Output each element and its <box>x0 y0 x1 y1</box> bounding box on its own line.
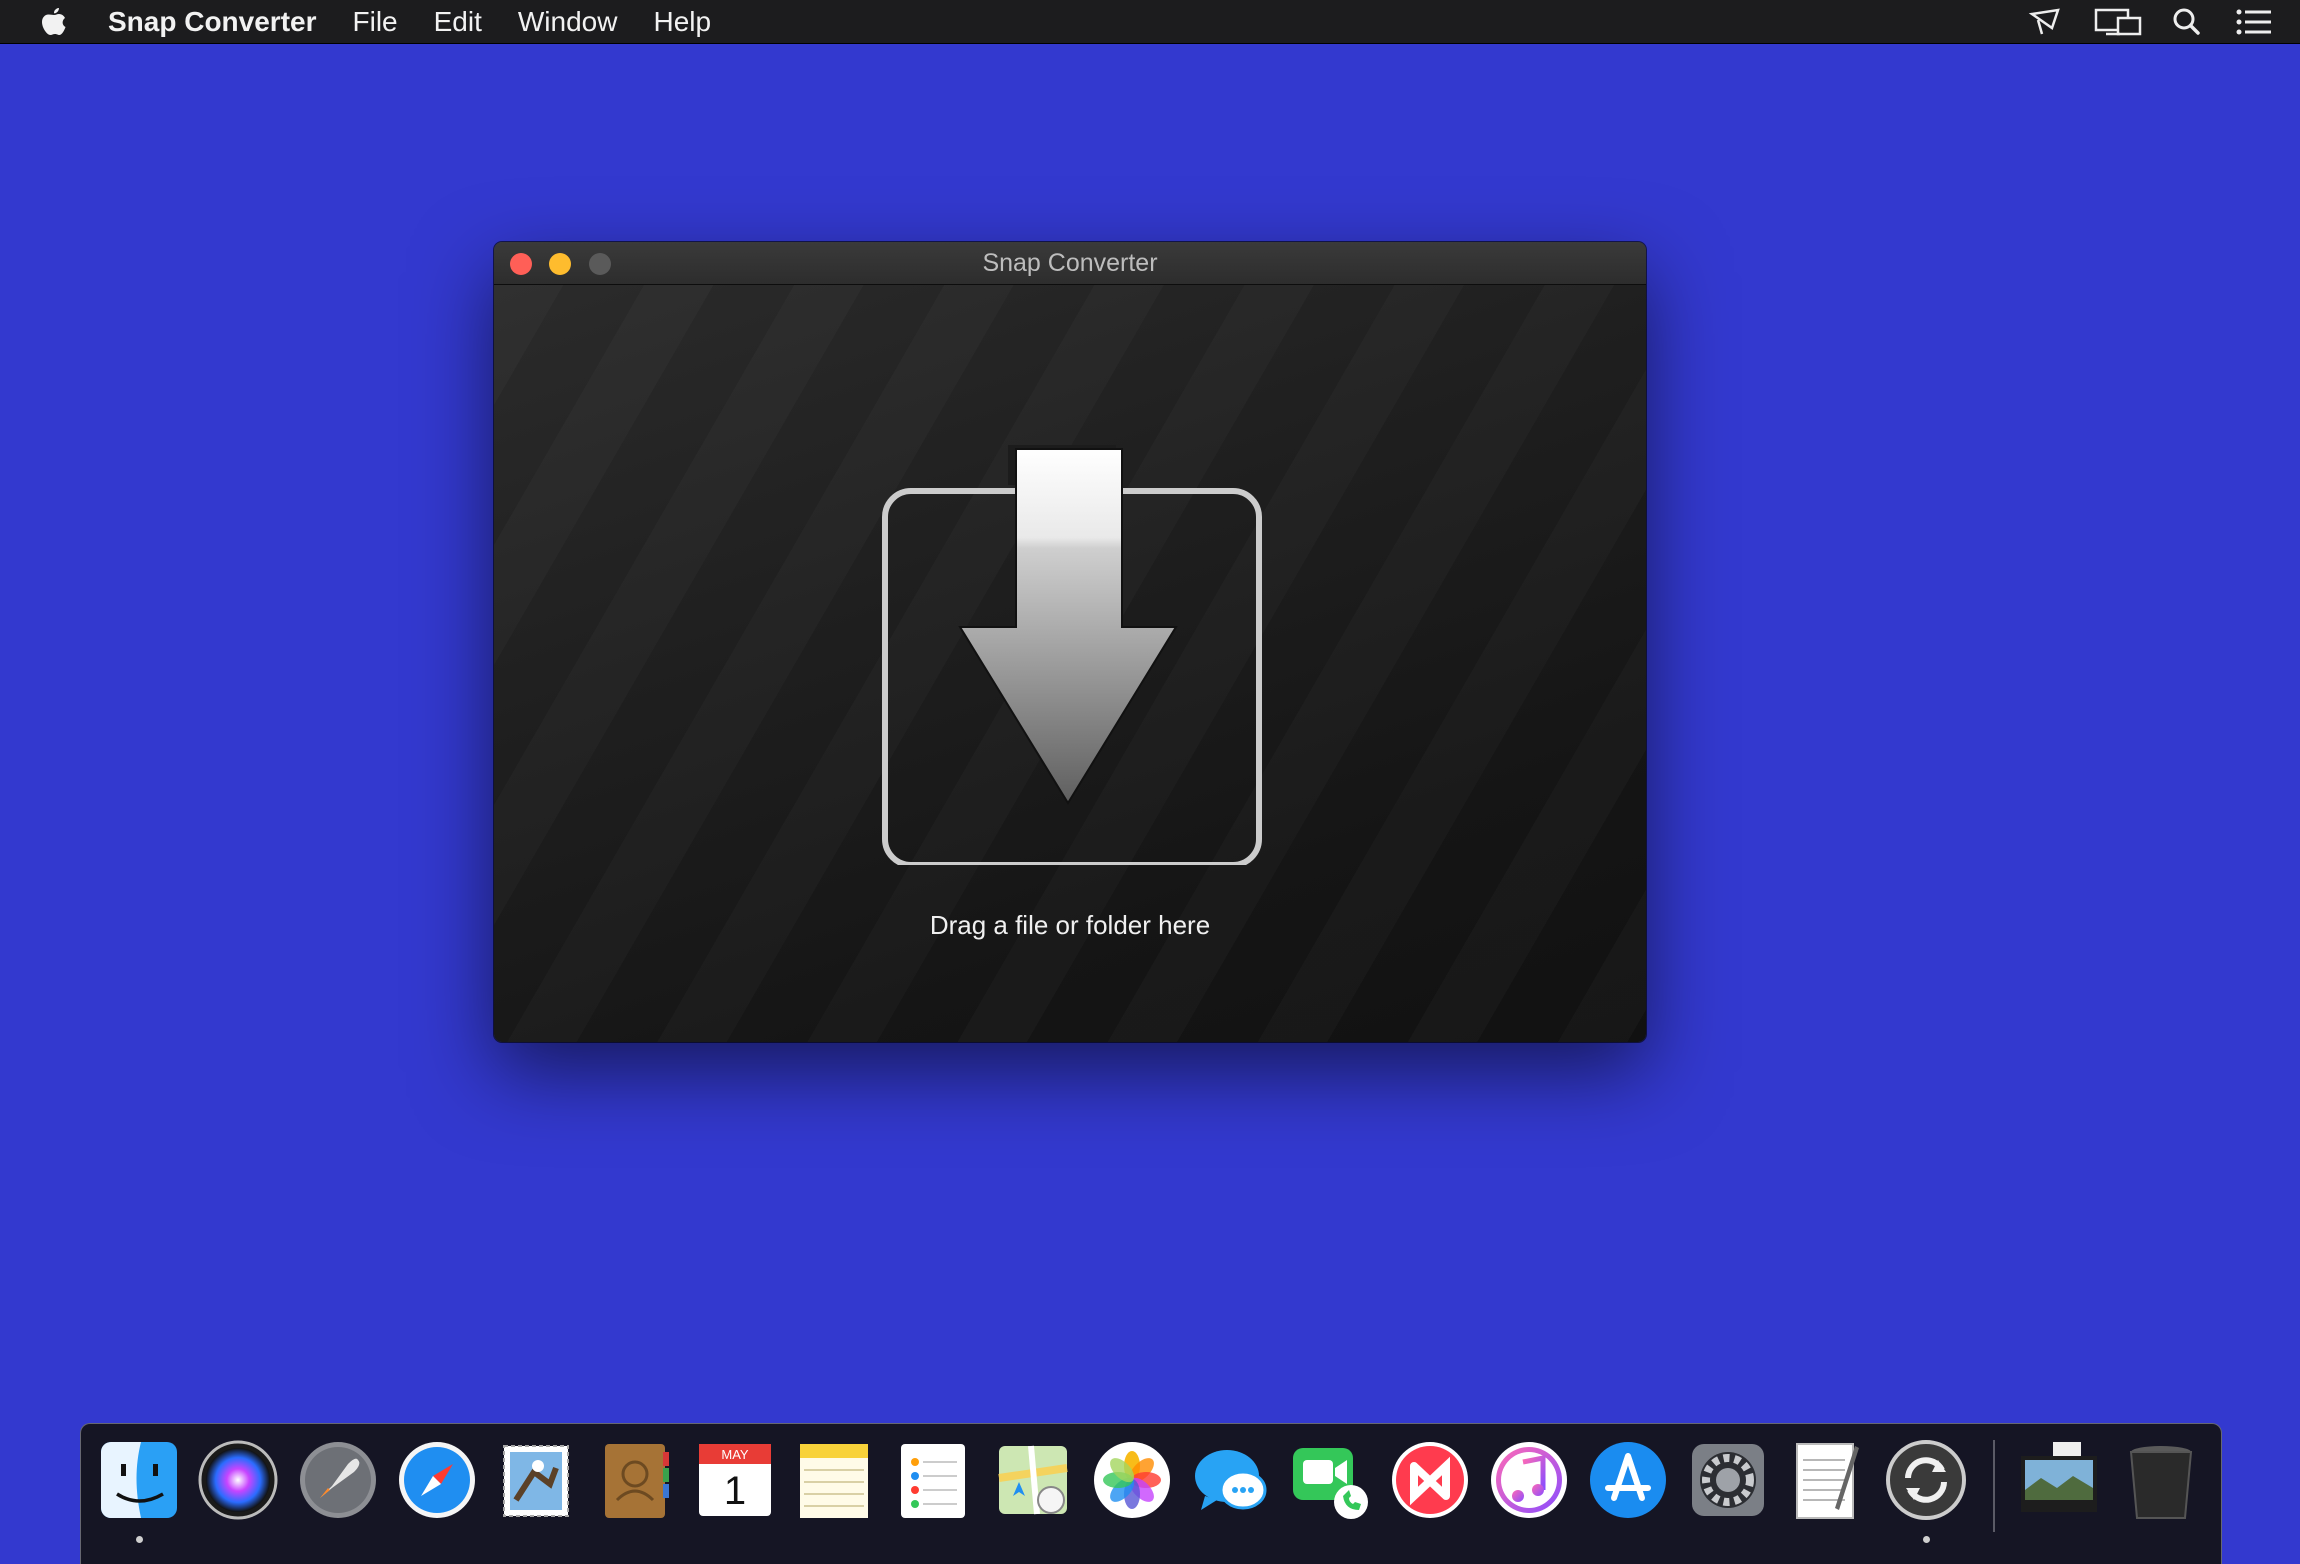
news-icon <box>1391 1442 1468 1518</box>
system-preferences-icon <box>1691 1444 1764 1516</box>
safari-icon <box>398 1442 475 1518</box>
dock-separator <box>1993 1440 1995 1532</box>
dock-maps[interactable] <box>991 1438 1075 1522</box>
menu-file[interactable]: File <box>353 6 398 38</box>
facetime-icon <box>1292 1448 1368 1519</box>
menu-window[interactable]: Window <box>518 6 618 38</box>
siri-icon <box>198 1440 278 1520</box>
finder-icon <box>101 1442 177 1518</box>
dock-itunes[interactable] <box>1487 1438 1571 1522</box>
dock-facetime[interactable] <box>1289 1438 1373 1522</box>
notes-icon <box>800 1444 869 1518</box>
launchpad-icon <box>299 1442 376 1518</box>
calendar-month: MAY <box>721 1447 749 1462</box>
reminders-icon <box>901 1444 966 1518</box>
apple-logo-icon[interactable] <box>40 6 68 38</box>
trash-icon <box>2129 1446 2193 1519</box>
dock-photos[interactable] <box>1090 1438 1174 1522</box>
contacts-icon <box>605 1444 670 1518</box>
running-indicator <box>1923 1536 1931 1543</box>
itunes-icon <box>1491 1442 1568 1518</box>
running-indicator <box>136 1536 143 1543</box>
download-arrow-into-tray-icon <box>882 445 1262 868</box>
mail-icon <box>503 1445 570 1517</box>
textedit-icon <box>1796 1443 1860 1519</box>
dock-contacts[interactable] <box>593 1438 677 1522</box>
file-drop-zone[interactable] <box>880 445 1280 868</box>
maps-icon <box>998 1445 1068 1515</box>
dock-reminders[interactable] <box>891 1438 975 1522</box>
dock-textedit[interactable] <box>1785 1438 1869 1522</box>
window-content: Drag a file or folder here <box>494 285 1646 1042</box>
menu-bar-status-area <box>2028 0 2300 44</box>
dock-launchpad[interactable] <box>296 1438 380 1522</box>
dock-trash[interactable] <box>2119 1438 2203 1522</box>
dock-finder[interactable] <box>97 1438 181 1543</box>
calendar-icon: MAY 1 <box>698 1444 771 1516</box>
display-icon[interactable] <box>2094 6 2142 38</box>
airplay-mirroring-icon[interactable] <box>2028 6 2068 38</box>
spotlight-search-icon[interactable] <box>2168 6 2208 38</box>
photos-icon <box>1093 1442 1170 1518</box>
dock-snap-converter[interactable] <box>1884 1438 1968 1543</box>
snap-converter-icon <box>1886 1440 1967 1520</box>
dock-siri[interactable] <box>196 1438 280 1522</box>
dock-app-store[interactable] <box>1586 1438 1670 1522</box>
dock-mail[interactable] <box>494 1438 578 1522</box>
messages-icon <box>1195 1450 1267 1510</box>
dock-messages[interactable] <box>1189 1438 1273 1522</box>
window-titlebar[interactable]: Snap Converter <box>494 242 1646 285</box>
drop-zone-label: Drag a file or folder here <box>929 910 1211 940</box>
downloads-stack-icon <box>2021 1442 2097 1512</box>
menu-help[interactable]: Help <box>653 6 711 38</box>
dock-safari[interactable] <box>395 1438 479 1522</box>
dock-calendar[interactable]: MAY 1 <box>693 1438 777 1522</box>
dock: MAY 1 <box>80 1423 2222 1564</box>
snap-converter-window: Snap Converter Drag a file or folder her… <box>494 242 1646 1042</box>
dock-system-preferences[interactable] <box>1686 1438 1770 1522</box>
notification-center-icon[interactable] <box>2234 6 2274 38</box>
menu-edit[interactable]: Edit <box>434 6 482 38</box>
calendar-day: 1 <box>724 1469 746 1513</box>
menu-bar: Snap Converter File Edit Window Help <box>0 0 2300 44</box>
window-title: Snap Converter <box>982 249 1158 277</box>
menu-app-name[interactable]: Snap Converter <box>108 6 317 38</box>
app-store-icon <box>1590 1442 1667 1518</box>
dock-downloads-stack[interactable] <box>2017 1438 2101 1522</box>
dock-news[interactable] <box>1388 1438 1472 1522</box>
dock-notes[interactable] <box>792 1438 876 1522</box>
